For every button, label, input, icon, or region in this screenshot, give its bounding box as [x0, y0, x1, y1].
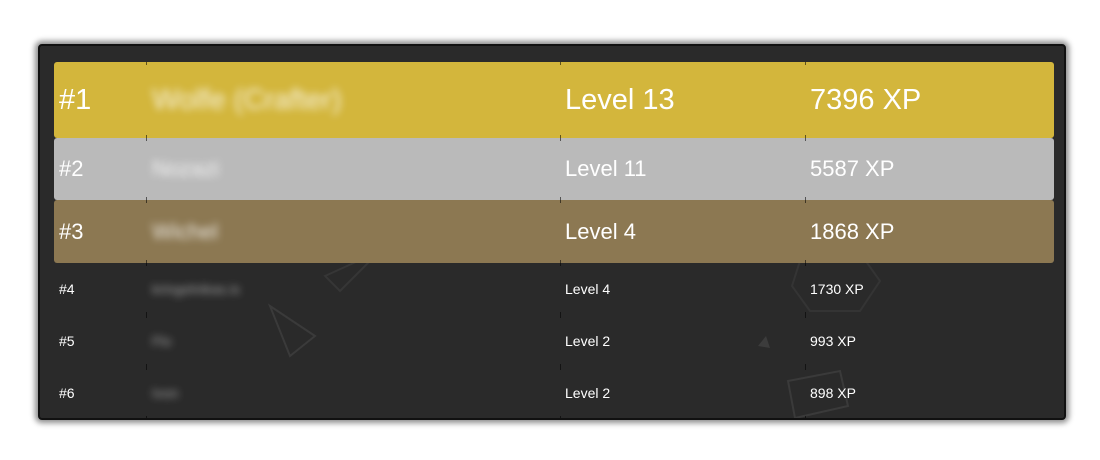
level-cell: Level 13: [560, 62, 805, 138]
rank-cell: #5: [59, 333, 75, 349]
player-name: Wolfe (Crafter): [152, 83, 342, 116]
table-row: #5 Flo Level 2 993 XP: [54, 315, 1054, 367]
table-row: #4 kringelnikas.is Level 4 1730 XP: [54, 263, 1054, 315]
table-row: #3 Wichel Level 4 1868 XP: [54, 200, 1054, 263]
table-row: #2 Nozazi Level 11 5587 XP: [54, 138, 1054, 200]
level-cell: Level 2: [560, 367, 805, 418]
player-name-cell: Wichel: [146, 200, 560, 263]
table-row: #1 Wolfe (Crafter) Level 13 7396 XP: [54, 62, 1054, 138]
level-cell: Level 11: [560, 138, 805, 200]
rank-cell: #1: [59, 83, 92, 116]
player-name-cell: Wolfe (Crafter): [146, 62, 560, 138]
xp-cell: 993 XP: [805, 315, 1054, 367]
level-cell: Level 4: [560, 263, 805, 315]
rank-cell: #3: [59, 218, 84, 244]
player-name: Wichel: [152, 218, 219, 244]
level-cell: Level 2: [560, 315, 805, 367]
level-cell: Level 4: [560, 200, 805, 263]
leaderboard-panel: #1 Wolfe (Crafter) Level 13 7396 XP #2 N…: [38, 44, 1066, 420]
leaderboard-table: #1 Wolfe (Crafter) Level 13 7396 XP #2 N…: [54, 62, 1054, 418]
player-name-cell: kringelnikas.is: [146, 263, 560, 315]
rank-cell: #2: [59, 156, 84, 181]
xp-cell: 1730 XP: [805, 263, 1054, 315]
player-name: Ivon: [152, 385, 179, 401]
rank-cell: #4: [59, 281, 75, 297]
player-name: kringelnikas.is: [152, 281, 240, 297]
xp-cell: 5587 XP: [805, 138, 1054, 200]
table-row: #6 Ivon Level 2 898 XP: [54, 367, 1054, 418]
player-name: Flo: [152, 333, 172, 349]
rank-cell: #6: [59, 385, 75, 401]
xp-cell: 898 XP: [805, 367, 1054, 418]
player-name: Nozazi: [152, 156, 220, 181]
player-name-cell: Nozazi: [146, 138, 560, 200]
player-name-cell: Flo: [146, 315, 560, 367]
xp-cell: 1868 XP: [805, 200, 1054, 263]
player-name-cell: Ivon: [146, 367, 560, 418]
xp-cell: 7396 XP: [805, 62, 1054, 138]
